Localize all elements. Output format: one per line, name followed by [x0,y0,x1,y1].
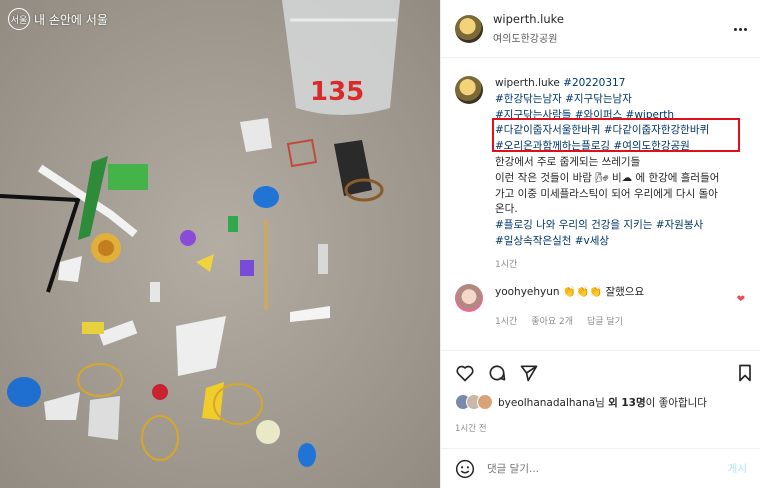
hashtag-line[interactable]: #오리온과함께하는플로깅 #여의도한강공원 [495,139,751,155]
more-dot-icon [738,27,742,31]
post-panel: wiperth.luke 여의도한강공원 wiperth.luke #20220… [440,0,760,488]
cup-number: 135 [310,77,364,107]
like-heart-icon[interactable] [455,363,475,383]
caption-time: 1시간 [495,259,518,270]
comment-bubble-icon[interactable] [487,363,507,383]
emoji-smiley-icon[interactable] [455,459,475,479]
author-avatar[interactable] [455,14,483,43]
likes-summary: byeolhanadalhana님 외 13명이 좋아합니다 [455,394,707,410]
caption-avatar[interactable] [455,76,483,104]
post-time: 1시간 전 [455,424,487,434]
caption-body: wiperth.luke #20220317 #한강닦는남자 #지구닦는남자 #… [495,76,751,274]
more-dot-icon [743,27,747,31]
caption: wiperth.luke #20220317 #한강닦는남자 #지구닦는남자 #… [455,76,751,274]
likes-text: 이 좋아합니다 [645,396,707,409]
caption-text-line: 가고 이중 미세플라스틱이 되어 우리에게 다시 돌아 [495,187,718,200]
watermark-text: 내 손안에 서울 [34,12,108,27]
caption-username[interactable]: wiperth.luke [495,77,560,89]
watermark: 서울 내 손안에 서울 [8,8,108,30]
post-header: wiperth.luke 여의도한강공원 [441,0,760,58]
hashtag-line[interactable]: #한강닦는남자 #지구닦는남자 [495,92,751,108]
hashtag-line[interactable]: #다같이줍자서울한바퀴 #다같이줍자한강한바퀴 [495,123,751,139]
caption-text-line: 한강에서 주로 줍게되는 쓰레기들 [495,155,641,168]
liker-username[interactable]: byeolhanadalhana [498,397,595,409]
comment-input[interactable] [487,462,728,475]
commenter-avatar[interactable] [455,284,483,312]
share-plane-icon[interactable] [519,363,539,383]
trash-photo-illustration: 135 [0,0,440,488]
more-dot-icon [733,27,737,31]
commenter-username[interactable]: yoohyehyun [495,286,560,298]
hashtag-line[interactable]: #지구닦는사람들 #와이퍼스 #wiperth [495,108,751,124]
comment-text: 👏👏👏 잘했으요 [562,286,645,298]
hashtag-line[interactable]: #플로깅 나와 우리의 건강을 지키는 #자원봉사 [495,218,751,234]
liker-avatar [477,394,493,410]
author-username[interactable]: wiperth.luke [493,12,564,26]
caption-text-line: 이런 작은 것들이 바람 🌬 비☁ 에 한강에 흘러들어 [495,171,720,184]
save-bookmark-icon[interactable] [735,363,755,383]
likes-text: 님 [595,396,609,409]
comment-heart-icon[interactable]: ❤ [737,294,745,305]
caption-text-line: 온다. [495,203,518,216]
comment-time: 1시간 [495,317,518,327]
post-location[interactable]: 여의도한강공원 [493,30,564,45]
comment-likes[interactable]: 좋아요 2개 [531,314,573,327]
post-comment-button[interactable]: 게시 [728,461,747,476]
hashtag-line[interactable]: #20220317 [563,77,625,89]
comment: yoohyehyun 👏👏👏 잘했으요 1시간 좋아요 2개 답글 달기 ❤ [455,284,751,327]
comment-box: 게시 [441,448,760,488]
reply-button[interactable]: 답글 달기 [587,314,623,327]
actions-bar [441,350,760,390]
hashtag-line[interactable]: #일상속작은실천 #v세상 [495,234,751,250]
post-photo: 135 서울 내 손안에 서울 [0,0,440,488]
more-options-button[interactable] [731,20,749,38]
seoul-seal-icon: 서울 [8,8,30,30]
likes-count[interactable]: 외 13명 [608,397,646,409]
